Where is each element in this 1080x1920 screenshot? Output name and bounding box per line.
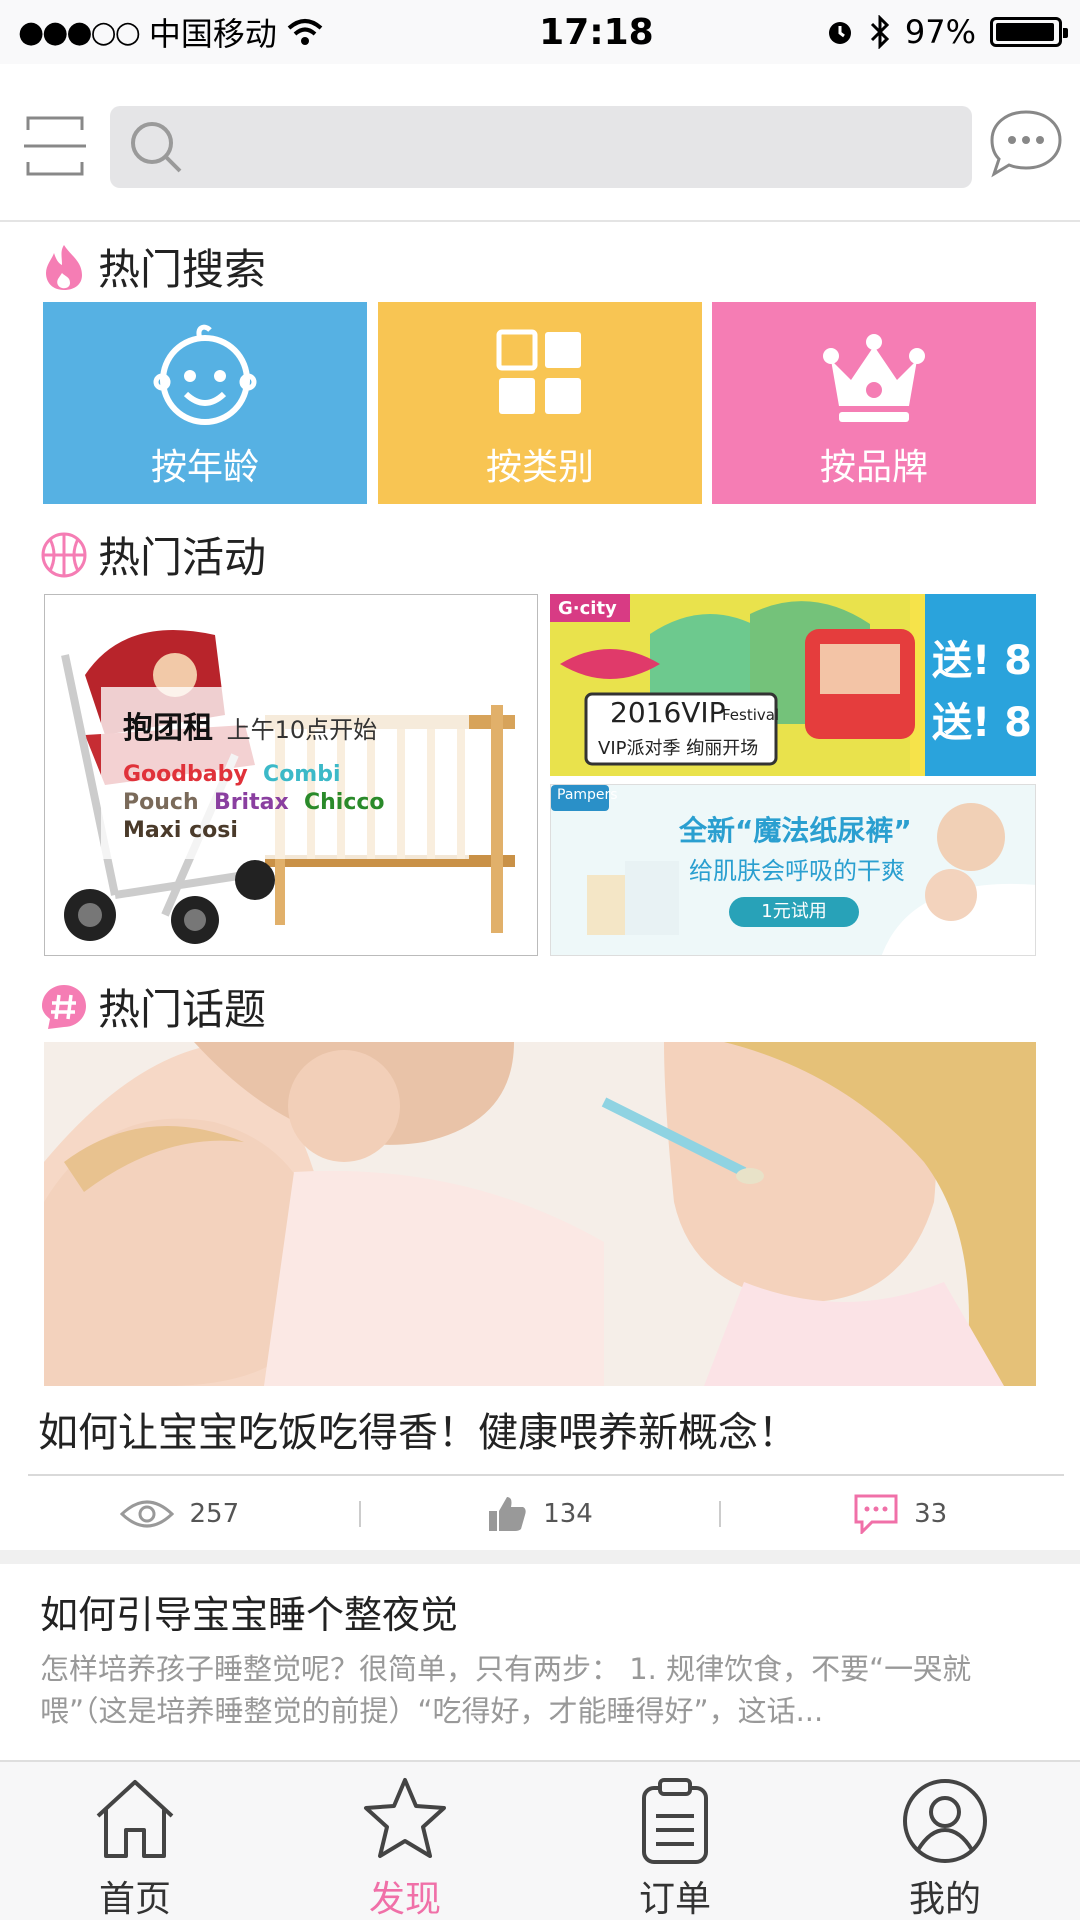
wifi-icon	[287, 19, 323, 45]
brand-pouch: Pouch	[123, 790, 199, 815]
star-icon	[364, 1778, 446, 1858]
hot-search-heading: 热门搜索	[40, 236, 266, 297]
rental-title: 抱团租	[123, 711, 213, 746]
brand-goodbaby: Goodbaby	[123, 762, 248, 787]
tile-label: 按年龄	[150, 447, 259, 488]
views-stat: 257	[0, 1498, 359, 1530]
likes-stat[interactable]: 134	[361, 1495, 720, 1533]
topic-stats-bar: 257 134 33	[0, 1478, 1080, 1550]
hot-activities-heading: 热门活动	[40, 524, 266, 585]
topic-feeding-photo[interactable]	[44, 1042, 1036, 1386]
comments-stat[interactable]: 33	[721, 1494, 1080, 1534]
battery-percent: 97%	[904, 13, 976, 51]
section-title-text: 热门活动	[98, 533, 267, 582]
signal-indicator: ●●●○○	[18, 14, 141, 50]
bluetooth-icon	[870, 15, 889, 49]
flame-icon	[46, 244, 82, 290]
article-title[interactable]: 如何引导宝宝睡个整夜觉	[40, 1584, 458, 1639]
battery-level	[996, 23, 1055, 41]
home-icon	[96, 1780, 174, 1858]
vip-festival-word: Festival	[722, 706, 780, 724]
status-bar: ●●●○○ 中国移动 17:18 97%	[0, 0, 1080, 64]
likes-count: 134	[543, 1499, 593, 1529]
hot-topics-heading: 热门话题	[40, 976, 266, 1037]
tab-discover[interactable]: 发现	[270, 1762, 540, 1920]
pampers-logo: Pampers	[557, 787, 618, 803]
activity-vip-festival-banner[interactable]: G·city 2016VIP Festival VIP派对季 绚丽开场 送! 8…	[550, 594, 1036, 776]
mother-feeding-children-photo	[44, 1042, 1036, 1386]
battery-icon	[990, 17, 1068, 47]
tile-by-brand[interactable]: 按品牌	[712, 302, 1036, 504]
comments-count: 33	[914, 1499, 948, 1529]
tile-label: 按品牌	[819, 447, 928, 488]
tab-label: 首页	[98, 1879, 171, 1920]
promo-line-1: 送! 8	[932, 638, 1032, 684]
top-nav-bar	[0, 64, 1080, 222]
search-input[interactable]	[200, 129, 960, 165]
bottom-tab-bar: 首页 发现 订单 我的	[0, 1760, 1080, 1920]
vip-headline: 2016VIP	[610, 696, 726, 729]
basketball-icon	[41, 532, 87, 577]
vip-subline: VIP派对季 绚丽开场	[598, 738, 759, 759]
thumbs-up-icon	[489, 1497, 526, 1531]
tab-label: 订单	[638, 1879, 711, 1920]
baby-face-icon	[153, 324, 257, 425]
tile-by-category[interactable]: 按类别	[378, 302, 702, 504]
section-title-text: 热门搜索	[98, 245, 267, 294]
carrier-name: 中国移动	[148, 15, 277, 53]
tab-profile[interactable]: 我的	[810, 1762, 1080, 1920]
divider	[28, 1474, 1064, 1476]
user-icon	[903, 1779, 987, 1863]
pampers-subline: 给肌肤会呼吸的干爽	[689, 857, 905, 885]
brand-chicco: Chicco	[303, 790, 385, 815]
crown-icon	[823, 334, 925, 422]
tab-label: 我的	[908, 1879, 981, 1920]
alarm-icon	[828, 22, 851, 44]
article-excerpt[interactable]: 怎样培养孩子睡整觉呢？很简单，只有两步： 1. 规律饮食，不要“一哭就喂”（这是…	[40, 1648, 1040, 1732]
scan-menu-icon[interactable]	[24, 114, 86, 178]
brand-maxicosi: Maxi cosi	[123, 818, 238, 843]
hashtag-icon	[42, 984, 86, 1029]
comment-icon	[854, 1494, 898, 1534]
brand-britax: Britax	[213, 790, 289, 815]
topic-title[interactable]: 如何让宝宝吃饭吃得香！健康喂养新概念！	[38, 1400, 798, 1458]
tile-label: 按类别	[485, 447, 594, 488]
status-time: 17:18	[539, 11, 654, 53]
trial-button[interactable]: 1元试用	[729, 897, 859, 927]
tile-by-age[interactable]: 按年龄	[43, 302, 367, 504]
eye-icon	[119, 1500, 174, 1528]
views-count: 257	[189, 1499, 240, 1529]
rental-subtitle: 上午10点开始	[226, 716, 378, 744]
search-icon	[131, 122, 182, 173]
clipboard-icon	[642, 1778, 708, 1864]
rental-overlay: 抱团租 上午10点开始 Goodbaby Combi Pouch Britax …	[101, 687, 469, 859]
pampers-headline: 全新“魔法纸尿裤”	[679, 814, 912, 847]
tab-home[interactable]: 首页	[0, 1762, 270, 1920]
grid-icon	[496, 329, 581, 414]
brand-combi: Combi	[263, 762, 341, 787]
promo-line-2: 送! 8	[932, 700, 1032, 746]
section-separator	[0, 1550, 1080, 1564]
search-bar[interactable]	[110, 106, 972, 188]
tab-orders[interactable]: 订单	[540, 1762, 810, 1920]
activity-pampers-banner[interactable]: Pampers 全新“魔法纸尿裤” 给肌肤会呼吸的干爽 1元试用	[550, 784, 1036, 956]
section-title-text: 热门话题	[98, 985, 267, 1034]
activity-rental-banner[interactable]: 抱团租 上午10点开始 Goodbaby Combi Pouch Britax …	[44, 594, 538, 956]
tab-label: 发现	[368, 1879, 441, 1920]
gcity-logo: G·city	[558, 598, 617, 619]
message-icon[interactable]	[988, 108, 1064, 178]
